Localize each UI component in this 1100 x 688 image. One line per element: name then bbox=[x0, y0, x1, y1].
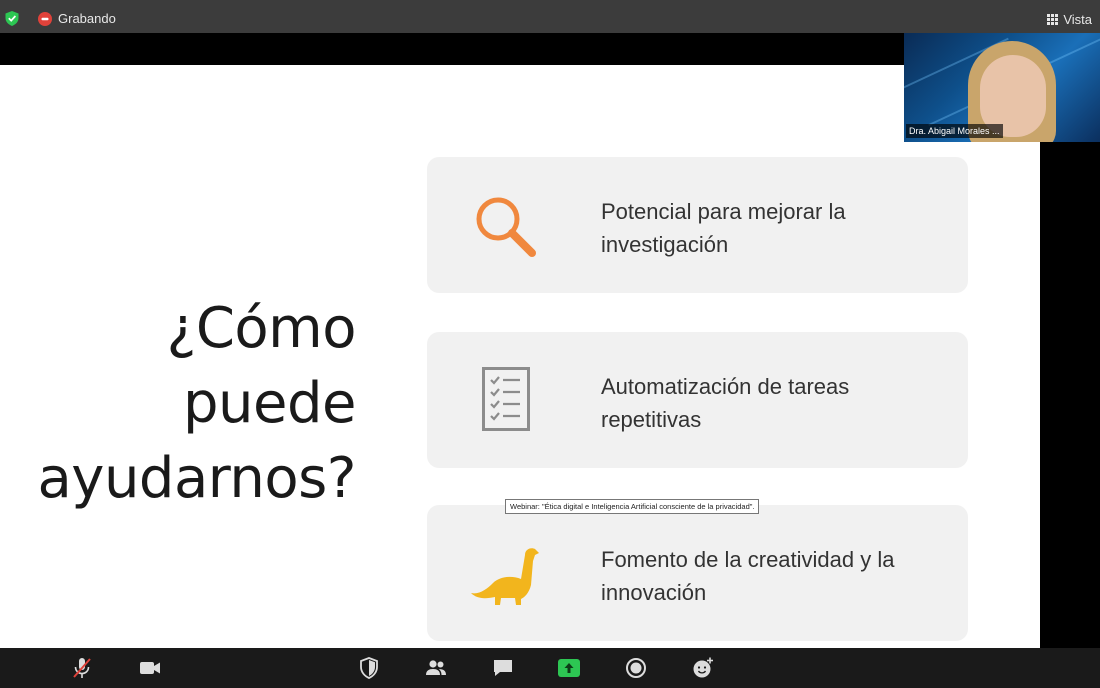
heading-line: puede bbox=[183, 371, 357, 436]
participants-icon[interactable] bbox=[424, 656, 448, 680]
meeting-toolbar bbox=[0, 648, 1100, 688]
card-creativity: Fomento de la creatividad y la innovació… bbox=[427, 505, 968, 641]
dinosaur-icon bbox=[471, 548, 539, 605]
share-screen-icon[interactable] bbox=[557, 656, 581, 680]
slide-heading: ¿Cómo puede ayudarnos? bbox=[30, 291, 356, 516]
security-shield-icon[interactable] bbox=[357, 656, 381, 680]
magnifier-icon bbox=[476, 197, 536, 257]
shared-screen-slide: ¿Cómo puede ayudarnos? Potencial para me… bbox=[0, 65, 1040, 648]
card-line: Potencial para mejorar la bbox=[601, 199, 846, 224]
heading-line: ¿Cómo bbox=[166, 296, 357, 361]
view-label: Vista bbox=[1063, 11, 1092, 27]
card-line: investigación bbox=[601, 232, 729, 257]
card-automation: Automatización de tareas repetitivas bbox=[427, 332, 968, 468]
card-text: Fomento de la creatividad y la innovació… bbox=[601, 543, 951, 609]
chat-icon[interactable] bbox=[491, 656, 515, 680]
participant-video[interactable]: Dra. Abigail Morales ... bbox=[904, 33, 1100, 142]
heading-line: ayudarnos? bbox=[37, 446, 356, 511]
record-icon[interactable] bbox=[624, 656, 648, 680]
view-button[interactable]: Vista bbox=[1047, 10, 1092, 28]
card-line: repetitivas bbox=[601, 407, 702, 432]
muted-microphone-icon[interactable] bbox=[70, 656, 94, 680]
webinar-tooltip: Webinar: "Ética digital e Inteligencia A… bbox=[505, 499, 760, 514]
reactions-icon[interactable] bbox=[691, 656, 715, 680]
card-line: innovación bbox=[601, 580, 707, 605]
recording-label: Grabando bbox=[58, 11, 116, 26]
participant-name: Dra. Abigail Morales ... bbox=[906, 124, 1003, 138]
card-text: Potencial para mejorar la investigación bbox=[601, 195, 951, 261]
grid-icon bbox=[1047, 13, 1059, 25]
card-line: Automatización de tareas bbox=[601, 374, 850, 399]
card-line: Fomento de la creatividad y la bbox=[601, 547, 895, 572]
card-text: Automatización de tareas repetitivas bbox=[601, 370, 951, 436]
video-camera-icon[interactable] bbox=[138, 656, 162, 680]
encryption-shield-icon[interactable] bbox=[5, 11, 19, 26]
checklist-icon bbox=[482, 367, 530, 431]
card-research: Potencial para mejorar la investigación bbox=[427, 157, 968, 293]
recording-icon[interactable] bbox=[38, 12, 52, 26]
meeting-topbar: Grabando Vista bbox=[0, 0, 1100, 33]
